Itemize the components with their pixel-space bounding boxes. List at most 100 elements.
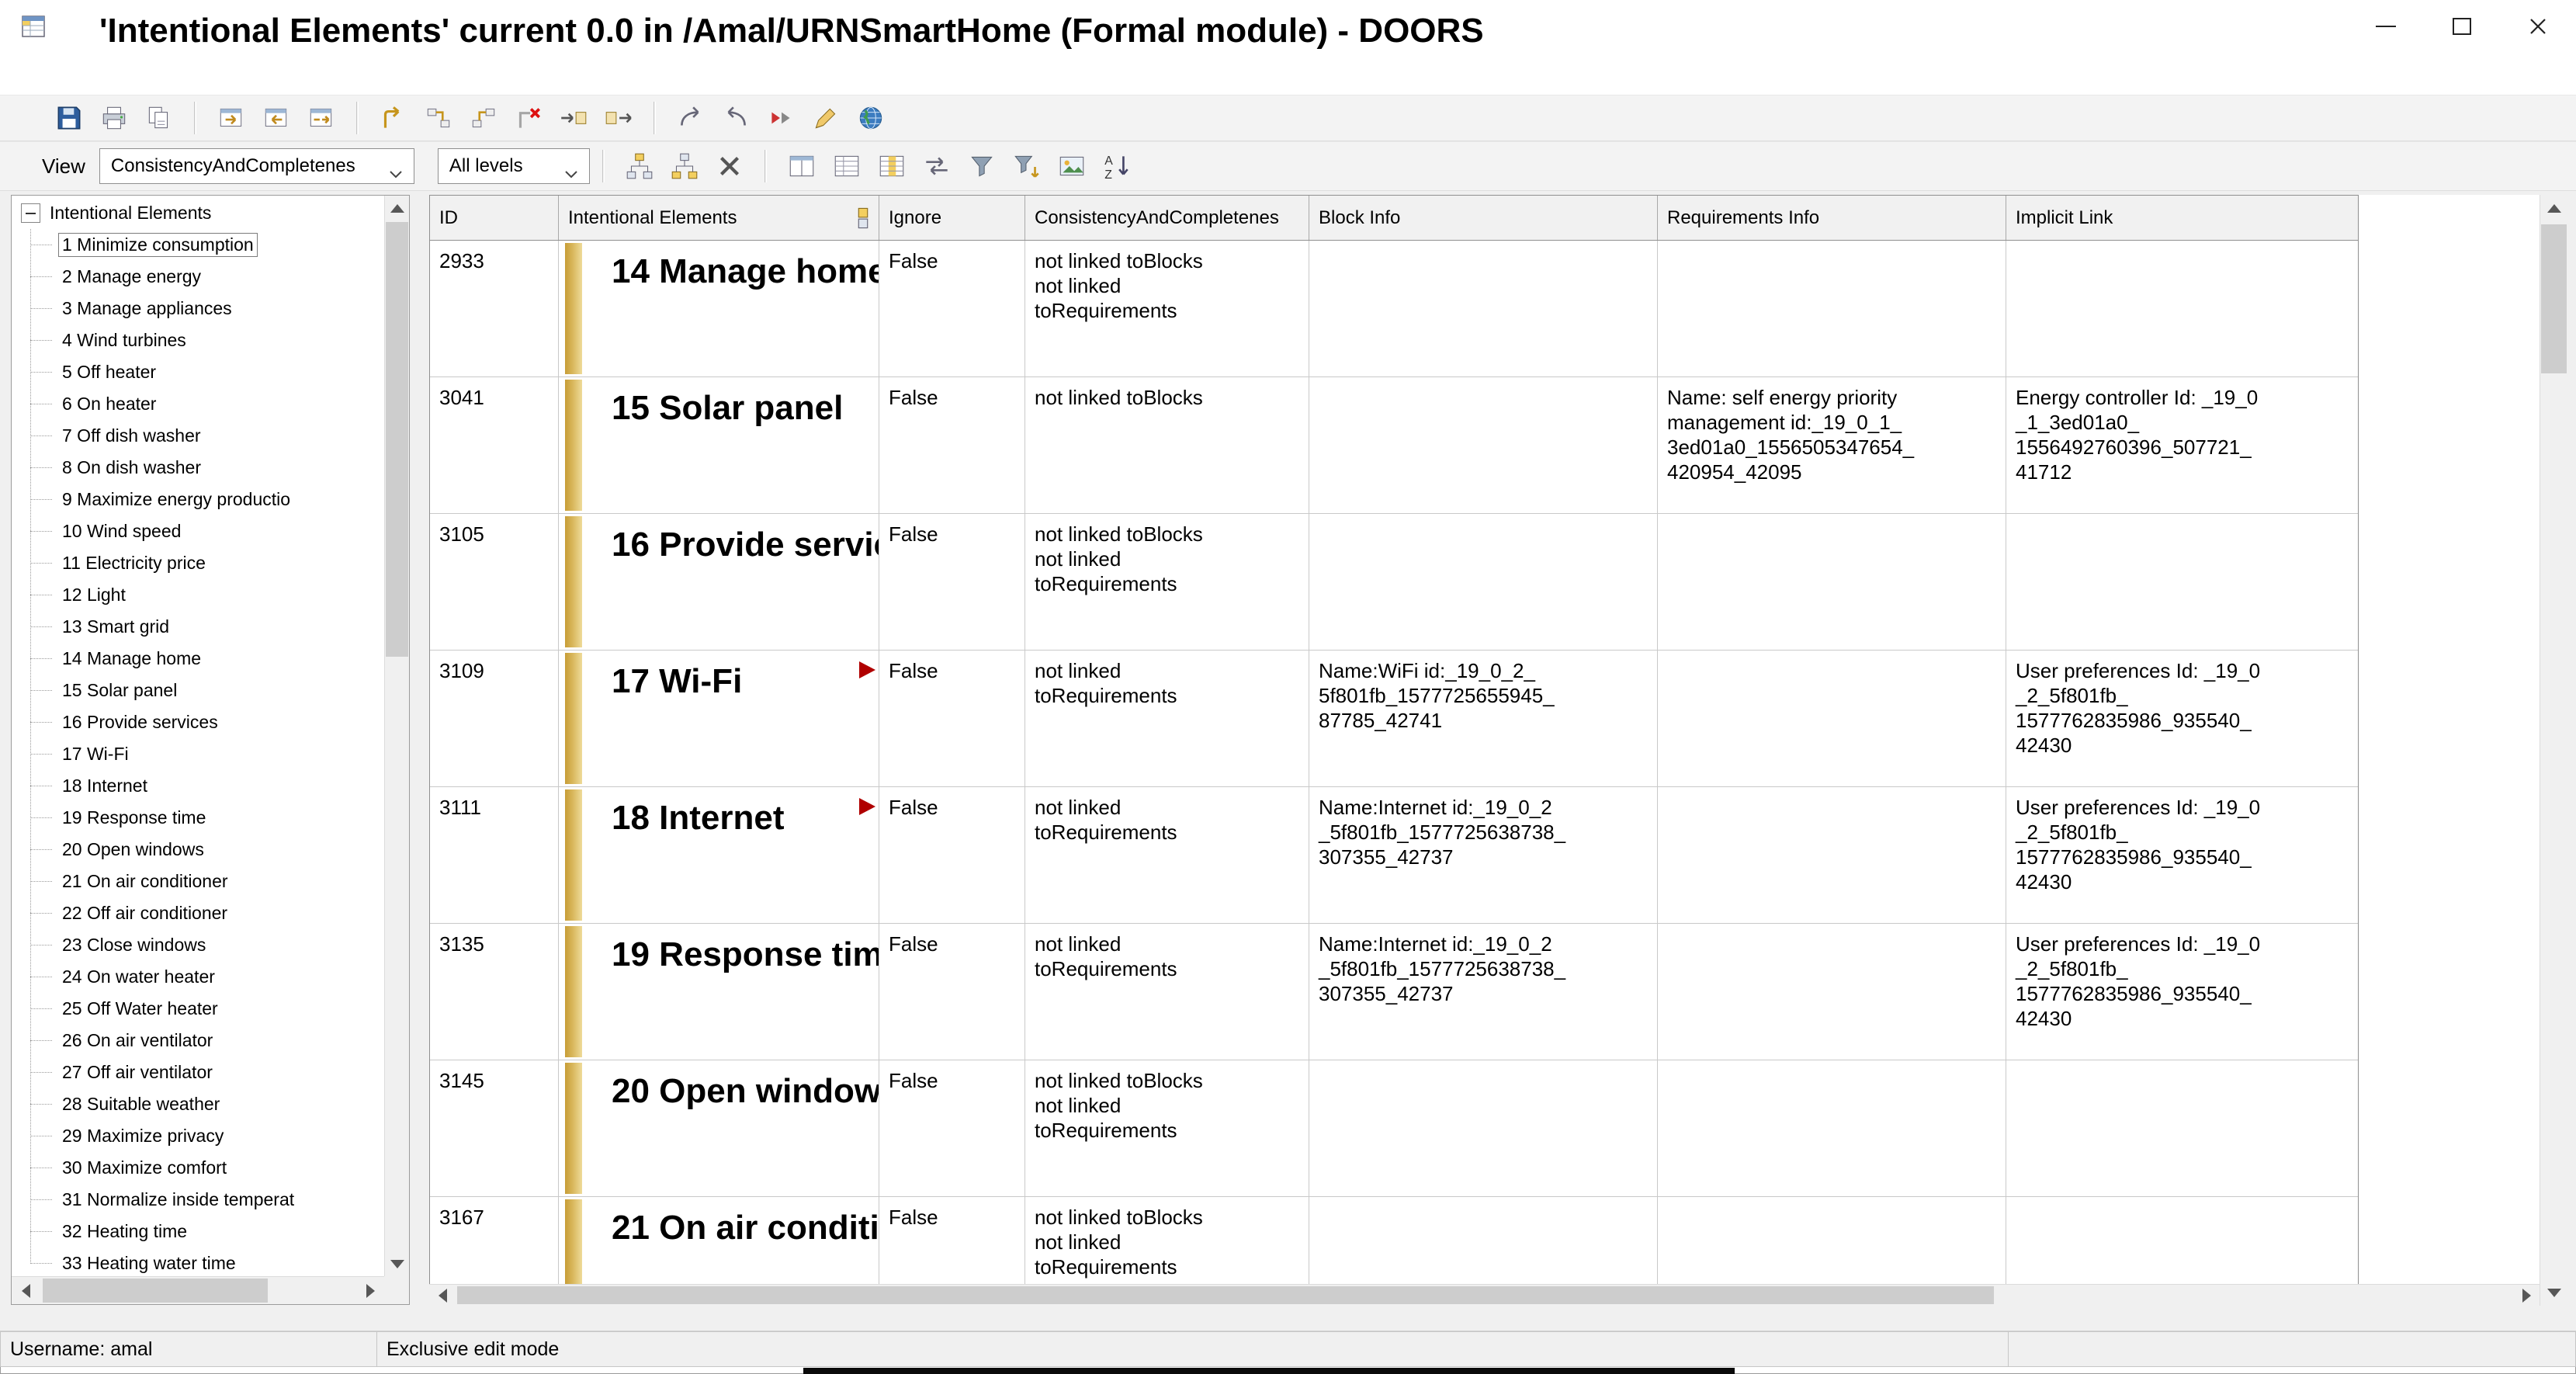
demote-level-button[interactable] <box>662 145 707 187</box>
tree-item[interactable]: 10 Wind speed <box>12 515 384 547</box>
tree-item[interactable]: 19 Response time <box>12 802 384 834</box>
column-header-ignore[interactable]: Ignore <box>879 196 1025 240</box>
cell-block-info[interactable]: Name:Internet id:_19_0_2 _5f801fb_157772… <box>1309 787 1658 923</box>
scroll-left-button[interactable] <box>429 1285 456 1306</box>
cell-block-info[interactable] <box>1309 1197 1658 1284</box>
tree-item[interactable]: 29 Maximize privacy <box>12 1120 384 1152</box>
cell-intentional-element[interactable]: 14 Manage home <box>559 241 879 376</box>
cell-id[interactable]: 3041 <box>430 377 559 513</box>
scroll-up-button[interactable] <box>385 196 410 220</box>
menu-item[interactable] <box>79 53 113 95</box>
cell-consistency[interactable]: not linked toRequirements <box>1025 787 1309 923</box>
cell-block-info[interactable] <box>1309 1060 1658 1196</box>
column-header-requirements-info[interactable]: Requirements Info <box>1658 196 2006 240</box>
tree-item[interactable]: 8 On dish washer <box>12 452 384 484</box>
delete-link-button[interactable] <box>506 97 551 139</box>
cell-id[interactable]: 3145 <box>430 1060 559 1196</box>
tree-item[interactable]: 24 On water heater <box>12 961 384 993</box>
scroll-right-button[interactable] <box>2513 1285 2540 1306</box>
follow-out-link-button[interactable] <box>713 97 758 139</box>
column-header-consistency[interactable]: ConsistencyAndCompletenes <box>1025 196 1309 240</box>
in-links-button[interactable] <box>551 97 596 139</box>
tree-item[interactable]: 21 On air conditioner <box>12 866 384 897</box>
cell-implicit-link[interactable]: User preferences Id: _19_0 _2_5f801fb_ 1… <box>2006 924 2358 1060</box>
cell-intentional-element[interactable]: 18 Internet <box>559 787 879 923</box>
menu-item[interactable] <box>45 53 79 95</box>
menu-item[interactable] <box>216 53 250 95</box>
table-row[interactable]: 3145 20 Open windows False not linked to… <box>430 1060 2358 1197</box>
table-horizontal-scrollbar[interactable] <box>429 1284 2540 1306</box>
table-row[interactable]: 3111 18 Internet False not linked toRequ… <box>430 787 2358 924</box>
out-links-button[interactable] <box>596 97 641 139</box>
tree-item[interactable]: 7 Off dish washer <box>12 420 384 452</box>
menu-item[interactable] <box>147 53 182 95</box>
cell-requirements-info[interactable] <box>1658 241 2006 376</box>
cell-id[interactable]: 3135 <box>430 924 559 1060</box>
split-view-button[interactable] <box>779 145 824 187</box>
cell-ignore[interactable]: False <box>879 787 1025 923</box>
cell-ignore[interactable]: False <box>879 1060 1025 1196</box>
module-open-button[interactable] <box>209 97 254 139</box>
menu-item[interactable] <box>182 53 216 95</box>
module-back-button[interactable] <box>254 97 299 139</box>
follow-in-link-button[interactable] <box>668 97 713 139</box>
tree-item[interactable]: 27 Off air ventilator <box>12 1057 384 1088</box>
menu-item[interactable] <box>284 53 318 95</box>
table-row[interactable]: 2933 14 Manage home False not linked toB… <box>430 241 2358 377</box>
table-row[interactable]: 3109 17 Wi-Fi False not linked toRequire… <box>430 651 2358 787</box>
tree-horizontal-scrollbar[interactable] <box>12 1276 384 1304</box>
print-button[interactable] <box>92 97 137 139</box>
table-vertical-scrollbar[interactable] <box>2540 195 2567 1306</box>
cell-intentional-element[interactable]: 16 Provide services <box>559 514 879 650</box>
paste-link-button[interactable] <box>461 97 506 139</box>
view-selector[interactable]: ConsistencyAndCompletenes <box>99 148 414 184</box>
cell-consistency[interactable]: not linked toBlocks <box>1025 377 1309 513</box>
menu-item[interactable] <box>11 53 45 95</box>
maximize-button[interactable] <box>2424 0 2500 53</box>
menu-item[interactable] <box>387 53 421 95</box>
cell-id[interactable]: 2933 <box>430 241 559 376</box>
tree-item[interactable]: 33 Heating water time <box>12 1247 384 1276</box>
cell-block-info[interactable] <box>1309 241 1658 376</box>
save-as-button[interactable] <box>137 97 182 139</box>
cell-requirements-info[interactable] <box>1658 787 2006 923</box>
minimize-button[interactable] <box>2348 0 2424 53</box>
scrollbar-thumb[interactable] <box>2541 224 2567 373</box>
cell-block-info[interactable] <box>1309 377 1658 513</box>
save-button[interactable] <box>47 97 92 139</box>
cell-requirements-info[interactable] <box>1658 1060 2006 1196</box>
sort-button[interactable]: AZ <box>1094 145 1139 187</box>
cell-implicit-link[interactable]: User preferences Id: _19_0 _2_5f801fb_ 1… <box>2006 787 2358 923</box>
create-link-button[interactable] <box>371 97 416 139</box>
cell-requirements-info[interactable] <box>1658 514 2006 650</box>
edit-links-button[interactable] <box>803 97 848 139</box>
link-indicators-button[interactable] <box>758 97 803 139</box>
cell-consistency[interactable]: not linked toBlocks not linked toRequire… <box>1025 1197 1309 1284</box>
tree-item[interactable]: 12 Light <box>12 579 384 611</box>
cell-implicit-link[interactable] <box>2006 1060 2358 1196</box>
browser-button[interactable] <box>848 97 893 139</box>
cell-consistency[interactable]: not linked toBlocks not linked toRequire… <box>1025 514 1309 650</box>
cell-intentional-element[interactable]: 20 Open windows <box>559 1060 879 1196</box>
cell-intentional-element[interactable]: 21 On air conditioner <box>559 1197 879 1284</box>
cell-implicit-link[interactable] <box>2006 241 2358 376</box>
cell-ignore[interactable]: False <box>879 924 1025 1060</box>
cell-ignore[interactable]: False <box>879 377 1025 513</box>
filter-button[interactable] <box>959 145 1004 187</box>
cell-consistency[interactable]: not linked toBlocks not linked toRequire… <box>1025 1060 1309 1196</box>
cell-consistency[interactable]: not linked toRequirements <box>1025 651 1309 786</box>
module-forward-button[interactable] <box>299 97 344 139</box>
tree-item[interactable]: 26 On air ventilator <box>12 1025 384 1057</box>
column-settings-button[interactable] <box>869 145 914 187</box>
tree-item[interactable]: 17 Wi-Fi <box>12 738 384 770</box>
cell-implicit-link[interactable]: User preferences Id: _19_0 _2_5f801fb_ 1… <box>2006 651 2358 786</box>
scrollbar-thumb[interactable] <box>457 1286 1994 1304</box>
menu-item[interactable] <box>113 53 147 95</box>
cell-id[interactable]: 3167 <box>430 1197 559 1284</box>
level-selector[interactable]: All levels <box>438 148 590 184</box>
scroll-left-button[interactable] <box>12 1277 40 1305</box>
copy-link-button[interactable] <box>416 97 461 139</box>
advanced-filter-button[interactable] <box>1004 145 1049 187</box>
cell-implicit-link[interactable]: Energy controller Id: _19_0 _1_3ed01a0_ … <box>2006 377 2358 513</box>
cell-requirements-info[interactable]: Name: self energy priority management id… <box>1658 377 2006 513</box>
